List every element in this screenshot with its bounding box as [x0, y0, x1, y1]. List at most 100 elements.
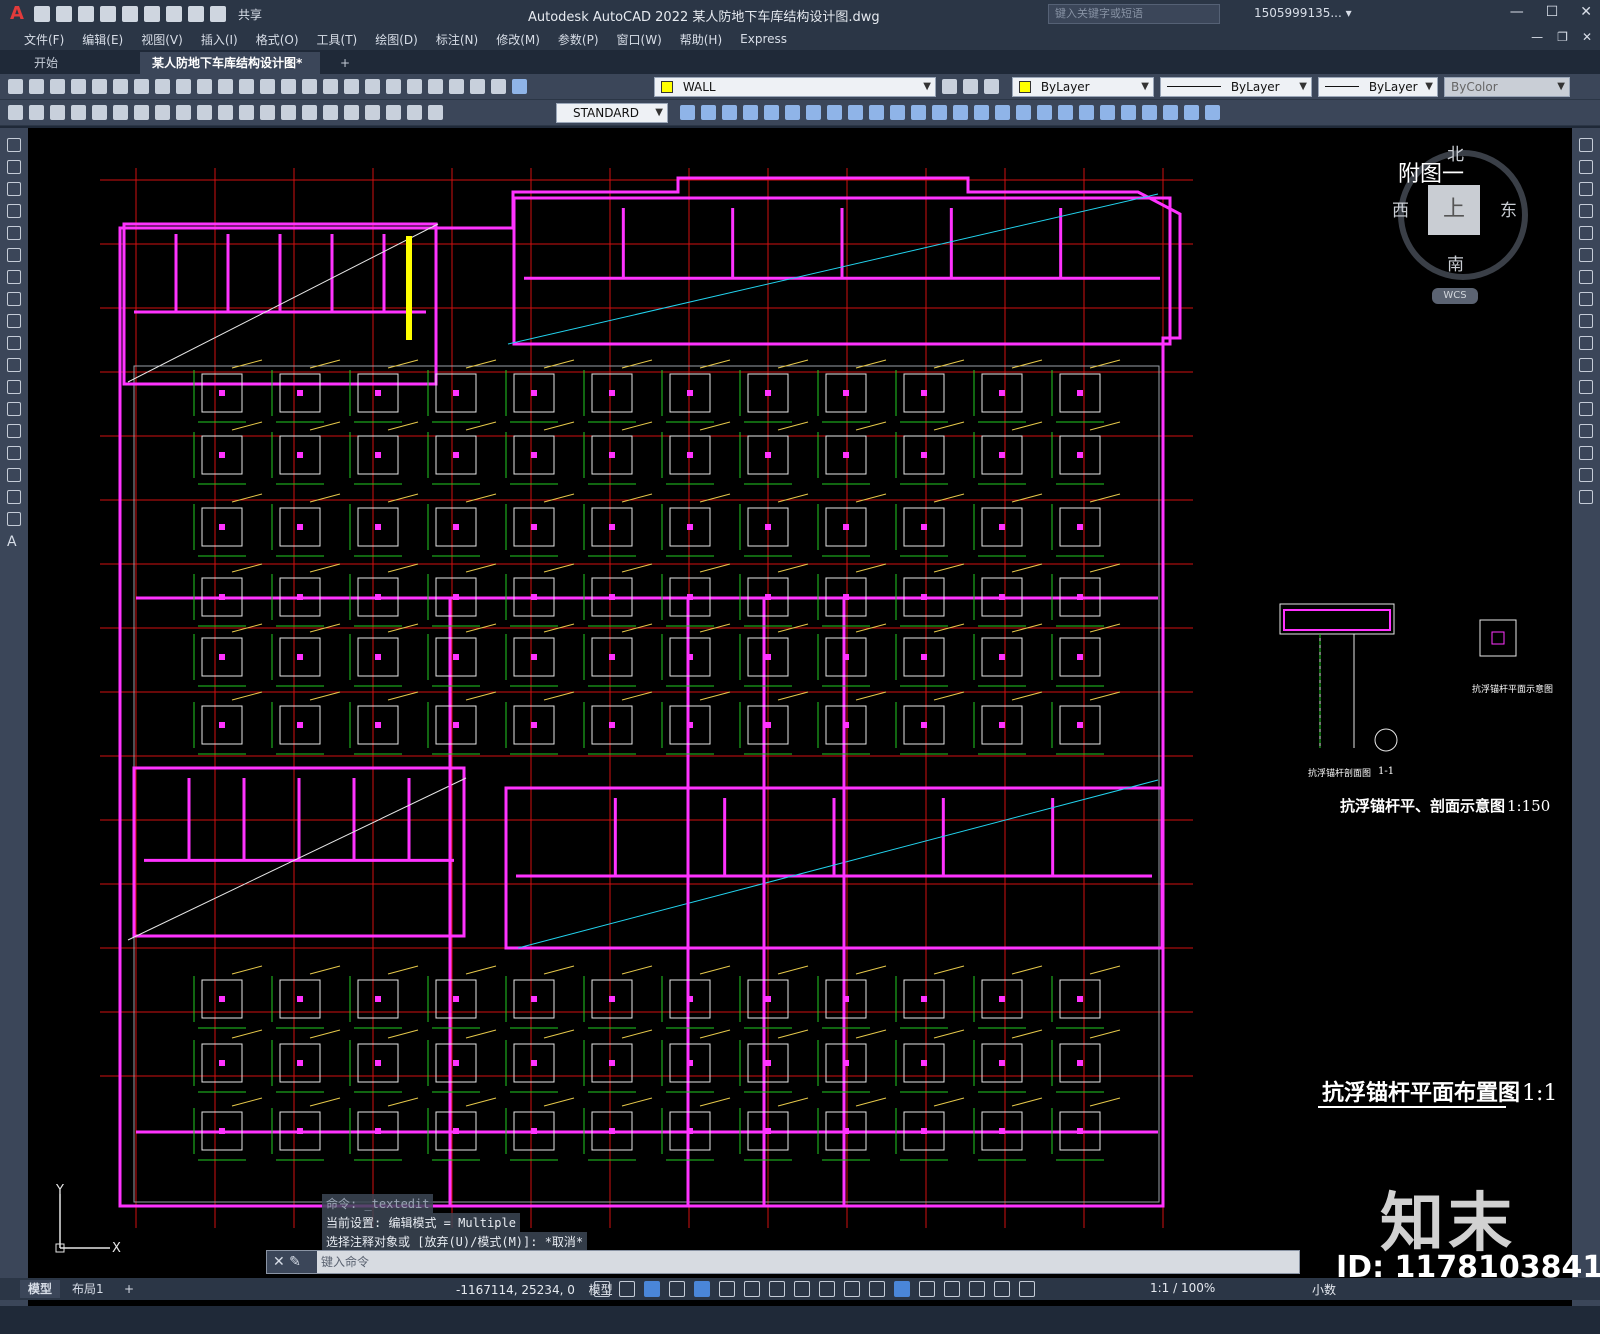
revcloud-icon[interactable]	[7, 292, 21, 306]
chamfer-icon[interactable]	[911, 105, 926, 120]
selection-cycling-icon[interactable]	[869, 1281, 885, 1297]
make-current-icon[interactable]	[942, 79, 957, 94]
break-icon[interactable]	[869, 105, 884, 120]
move-icon[interactable]	[1579, 248, 1593, 262]
gizmo-icon[interactable]	[969, 1281, 985, 1297]
search-input[interactable]: 键入关键字或短语	[1048, 4, 1220, 24]
hatch-icon[interactable]	[974, 105, 989, 120]
tab-start[interactable]: 开始	[22, 52, 70, 74]
command-input[interactable]: 键入命令	[321, 1251, 369, 1273]
boundary-icon[interactable]	[1121, 105, 1136, 120]
match-prop-icon[interactable]	[218, 79, 233, 94]
trim-icon[interactable]	[1579, 336, 1593, 350]
viewcube-top-face[interactable]: 上	[1428, 185, 1480, 235]
mirror-icon[interactable]	[1579, 182, 1593, 196]
viewcube-south[interactable]: 南	[1447, 250, 1464, 275]
baseline-icon[interactable]	[197, 105, 212, 120]
menu-file[interactable]: 文件(F)	[16, 31, 74, 48]
text-style-dropdown[interactable]: STANDARD ▼	[556, 103, 668, 123]
quick-dim-icon[interactable]	[176, 105, 191, 120]
lineweight-dropdown[interactable]: ByLayer ▼	[1318, 77, 1438, 97]
layer-previous-icon[interactable]	[963, 79, 978, 94]
ellipse-arc-icon[interactable]	[7, 358, 21, 372]
undo-icon[interactable]	[188, 6, 204, 22]
tab-add-button[interactable]: +	[328, 52, 362, 74]
blend-icon[interactable]	[1579, 468, 1593, 482]
fillet-icon[interactable]	[932, 105, 947, 120]
undo-icon[interactable]	[239, 79, 254, 94]
menu-insert[interactable]: 插入(I)	[193, 31, 248, 48]
new-icon[interactable]	[8, 79, 23, 94]
clip-icon[interactable]	[1205, 105, 1220, 120]
menu-help[interactable]: 帮助(H)	[672, 31, 732, 48]
join-icon[interactable]	[890, 105, 905, 120]
autocad-logo-icon[interactable]: A	[6, 4, 28, 24]
plotstyle-dropdown[interactable]: ByColor ▼	[1444, 77, 1570, 97]
polygon-icon[interactable]	[7, 204, 21, 218]
polyline-icon[interactable]	[7, 182, 21, 196]
viewcube-west[interactable]: 西	[1392, 196, 1409, 221]
hatch-icon[interactable]	[7, 446, 21, 460]
stretch-icon[interactable]	[785, 105, 800, 120]
rectangle-icon[interactable]	[7, 226, 21, 240]
circle-icon[interactable]	[7, 270, 21, 284]
help-icon[interactable]	[491, 79, 506, 94]
ordinate-icon[interactable]	[71, 105, 86, 120]
osnap-icon[interactable]	[794, 1281, 810, 1297]
doc-restore-icon[interactable]: ❐	[1557, 30, 1568, 44]
mtext-icon[interactable]: A	[7, 534, 21, 550]
minimize-icon[interactable]: —	[1510, 4, 1524, 20]
jogged-icon[interactable]	[113, 105, 128, 120]
center-mark-icon[interactable]	[302, 105, 317, 120]
transparency-icon[interactable]	[844, 1281, 860, 1297]
angular-icon[interactable]	[155, 105, 170, 120]
copy-icon[interactable]	[176, 79, 191, 94]
dynamic-input-icon[interactable]	[669, 1281, 685, 1297]
radius-icon[interactable]	[92, 105, 107, 120]
tolerance-icon[interactable]	[281, 105, 296, 120]
annotation-visibility-icon[interactable]	[994, 1281, 1010, 1297]
block-icon[interactable]	[680, 105, 695, 120]
dim-edit-icon[interactable]	[365, 105, 380, 120]
redo-icon[interactable]	[210, 6, 226, 22]
lineweight-icon[interactable]	[819, 1281, 835, 1297]
user-account[interactable]: 1505999135... ▾	[1254, 6, 1352, 20]
selection-filter-icon[interactable]	[944, 1281, 960, 1297]
snap-icon[interactable]	[619, 1281, 635, 1297]
menu-draw[interactable]: 绘图(D)	[367, 31, 428, 48]
table-icon[interactable]	[7, 512, 21, 526]
mtext-icon[interactable]	[1058, 105, 1073, 120]
group-icon[interactable]	[722, 105, 737, 120]
preview-icon[interactable]	[92, 79, 107, 94]
doc-close-icon[interactable]: ✕	[1582, 30, 1592, 44]
plot-icon[interactable]	[166, 6, 182, 22]
copy-object-icon[interactable]	[1579, 160, 1593, 174]
new-file-icon[interactable]	[34, 6, 50, 22]
close-icon[interactable]: ✕	[1580, 4, 1592, 20]
sheet-set-icon[interactable]	[428, 79, 443, 94]
ortho-icon[interactable]	[694, 1281, 710, 1297]
save-web-icon[interactable]	[144, 6, 160, 22]
inspection-icon[interactable]	[323, 105, 338, 120]
overkill-icon[interactable]	[1142, 105, 1157, 120]
zoom-realtime-icon[interactable]	[302, 79, 317, 94]
layout1-tab[interactable]: 布局1	[64, 1280, 112, 1298]
drawing-canvas[interactable]	[28, 128, 1572, 1306]
color-dropdown[interactable]: ByLayer ▼	[1012, 77, 1154, 97]
doc-minimize-icon[interactable]: —	[1531, 30, 1543, 44]
units-display[interactable]: 小数	[1312, 1281, 1336, 1298]
paste-icon[interactable]	[197, 79, 212, 94]
menu-window[interactable]: 窗口(W)	[609, 31, 672, 48]
open-icon[interactable]	[29, 79, 44, 94]
add-layout-button[interactable]: +	[116, 1280, 142, 1298]
ellipse-icon[interactable]	[7, 336, 21, 350]
save-icon[interactable]	[78, 6, 94, 22]
join-icon[interactable]	[1579, 402, 1593, 416]
tab-document[interactable]: 某人防地下车库结构设计图* ✕	[140, 52, 320, 92]
table-icon[interactable]	[1037, 105, 1052, 120]
erase-icon[interactable]	[1579, 138, 1593, 152]
zoom-previous-icon[interactable]	[344, 79, 359, 94]
menu-tools[interactable]: 工具(T)	[309, 31, 368, 48]
make-block-icon[interactable]	[7, 402, 21, 416]
pan-icon[interactable]	[281, 79, 296, 94]
